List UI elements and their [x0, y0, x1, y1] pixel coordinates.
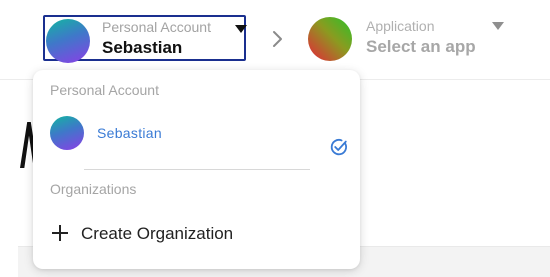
account-switcher-caption: Personal Account: [102, 19, 211, 35]
account-option-label: Sebastian: [97, 125, 162, 141]
top-bar: Personal Account Sebastian Application S…: [0, 0, 550, 80]
account-option-sebastian[interactable]: Sebastian: [47, 116, 351, 156]
account-avatar: [46, 19, 90, 63]
application-switcher-value: Select an app: [366, 37, 476, 56]
application-avatar: [308, 17, 352, 61]
caret-down-icon: [492, 22, 504, 30]
account-switcher[interactable]: Personal Account Sebastian: [43, 15, 247, 63]
create-organization-button[interactable]: Create Organization: [47, 218, 347, 248]
personal-account-heading: Personal Account: [50, 82, 159, 98]
account-dropdown-menu: Personal Account Sebastian Organizations…: [33, 70, 360, 269]
chevron-right-icon: [273, 31, 282, 47]
caret-down-icon: [235, 25, 247, 33]
organizations-heading: Organizations: [50, 181, 137, 197]
account-option-avatar: [50, 116, 84, 150]
create-organization-label: Create Organization: [81, 224, 234, 243]
application-switcher-caption: Application: [366, 18, 435, 34]
plus-icon: [52, 225, 68, 241]
account-switcher-value: Sebastian: [102, 38, 183, 57]
application-switcher[interactable]: Application Select an app: [306, 15, 510, 63]
dropdown-divider: [84, 169, 310, 170]
check-circle-icon: [330, 139, 347, 156]
